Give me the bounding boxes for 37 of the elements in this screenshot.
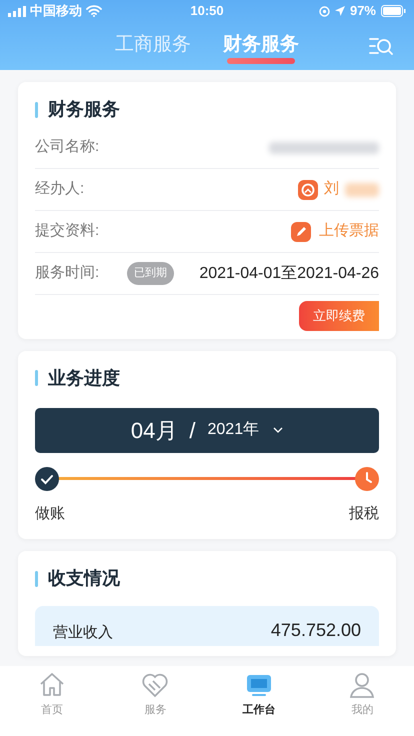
month-selector[interactable]: 04月 / 2021年	[35, 408, 379, 452]
expired-badge: 已到期	[127, 262, 174, 285]
renew-button[interactable]: 立即续费	[299, 301, 379, 330]
title-accent-bar	[35, 570, 38, 586]
card-title: 业务进度	[48, 366, 120, 390]
card-title: 财务服务	[48, 98, 120, 121]
tab-bar-item[interactable]: 服务	[104, 670, 207, 736]
income-amount: 475.752.00	[270, 619, 361, 642]
field-label: 公司名称:	[35, 137, 100, 158]
field-label: 提交资料:	[35, 221, 100, 242]
battery-icon	[381, 5, 406, 17]
service-tab[interactable]: 财务服务	[223, 30, 299, 62]
title-accent-bar	[35, 370, 38, 386]
blurred-value	[345, 182, 379, 196]
search-menu-icon[interactable]	[368, 35, 394, 57]
tab-bar-item[interactable]: 工作台	[207, 670, 310, 736]
card-title: 收支情况	[48, 567, 120, 590]
service-tab[interactable]: 工商服务	[115, 30, 191, 62]
carrier-name: 中国移动	[30, 2, 82, 20]
field-label: 经办人:	[35, 179, 84, 200]
service-period: 2021-04-01至2021-04-26	[199, 264, 379, 284]
step-label: 报税	[349, 504, 379, 524]
title-accent-bar	[35, 102, 38, 118]
clock-time: 10:50	[190, 2, 224, 20]
battery-percent: 97%	[350, 2, 376, 20]
income-label: 营业收入	[53, 622, 113, 642]
location-icon	[334, 6, 345, 16]
wifi-icon	[86, 5, 102, 17]
pencil-icon	[291, 222, 311, 242]
tab-bar-item[interactable]: 首页	[0, 670, 104, 736]
tab-bar-item[interactable]: 我的	[310, 670, 414, 736]
signal-icon	[8, 6, 26, 16]
agent-name: 刘	[324, 179, 339, 200]
field-label: 服务时间:	[35, 263, 100, 284]
upload-link[interactable]: 上传票据	[291, 220, 379, 243]
chevron-down-icon	[273, 427, 284, 433]
step-label: 做账	[35, 504, 65, 524]
